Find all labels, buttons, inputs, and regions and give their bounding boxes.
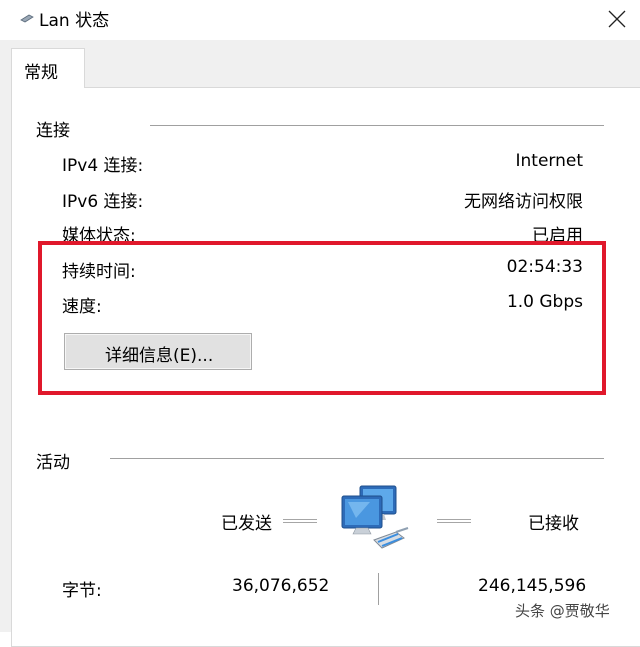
activity-group-divider [110, 458, 604, 459]
highlight-annotation [38, 241, 606, 395]
sent-label: 已发送 [221, 514, 272, 534]
tab-general[interactable]: 常规 [11, 48, 85, 88]
activity-group-label: 活动 [36, 453, 70, 473]
bytes-label: 字节: [62, 581, 102, 601]
connection-group-divider [150, 125, 604, 126]
bytes-received-value: 246,145,596 [478, 576, 587, 596]
received-dash [437, 519, 471, 523]
close-icon [608, 10, 626, 28]
ipv6-label: IPv6 连接: [62, 192, 144, 212]
connection-group-label: 连接 [36, 121, 70, 141]
bytes-sent-value: 36,076,652 [232, 576, 330, 596]
close-button[interactable] [594, 0, 640, 38]
ipv4-label: IPv4 连接: [62, 156, 144, 176]
network-adapter-icon [20, 14, 34, 23]
ipv4-value: Internet [515, 151, 583, 171]
tab-general-label: 常规 [24, 63, 58, 83]
window-title: Lan 状态 [39, 11, 110, 31]
network-computers-icon [341, 485, 409, 549]
received-label: 已接收 [528, 514, 579, 534]
sent-dash [283, 519, 317, 523]
title-bar: Lan 状态 [0, 0, 640, 40]
ipv6-value: 无网络访问权限 [464, 192, 583, 212]
watermark: 头条 @贾敬华 [515, 602, 610, 620]
bytes-divider [378, 573, 381, 605]
